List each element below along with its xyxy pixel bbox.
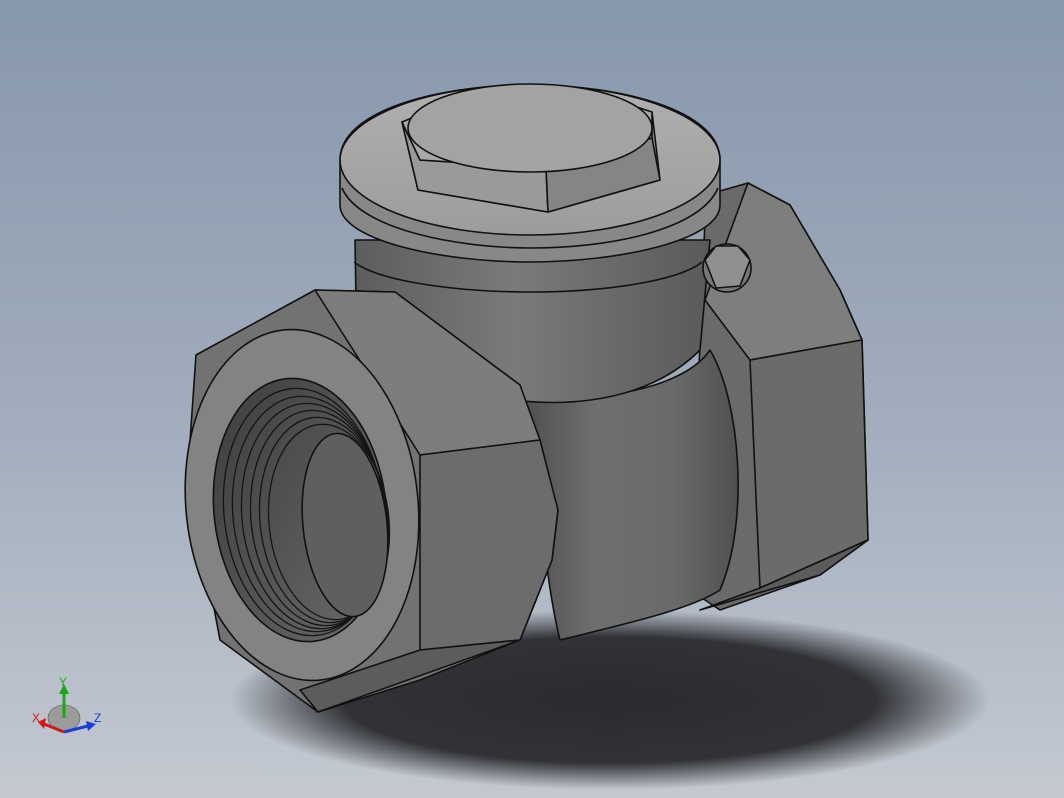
reference-triad: Y X Z <box>32 676 101 734</box>
z-axis-label: Z <box>94 711 101 725</box>
hex-cap-dome <box>407 83 653 173</box>
graphics-viewport[interactable]: Y X Z <box>0 0 1064 798</box>
check-valve-model-icon[interactable] <box>0 0 1064 798</box>
x-axis-label: X <box>32 711 40 725</box>
y-axis-label: Y <box>59 676 67 689</box>
